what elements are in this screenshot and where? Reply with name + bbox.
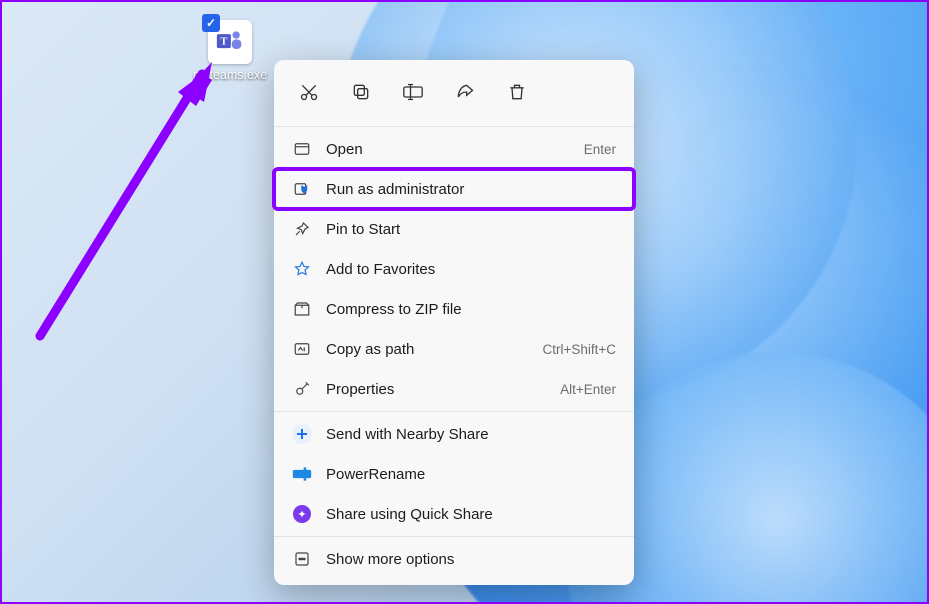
menu-item-label: Share using Quick Share	[316, 506, 616, 523]
menu-item-shortcut: Enter	[584, 142, 616, 157]
menu-item-add-to-favorites[interactable]: Add to Favorites	[274, 249, 634, 289]
menu-item-copy-as-path[interactable]: Copy as path Ctrl+Shift+C	[274, 329, 634, 369]
menu-item-pin-to-start[interactable]: Pin to Start	[274, 209, 634, 249]
zip-icon	[288, 300, 316, 318]
cut-button[interactable]	[286, 72, 332, 112]
delete-button[interactable]	[494, 72, 540, 112]
menu-item-label: Compress to ZIP file	[316, 301, 616, 318]
menu-item-label: Send with Nearby Share	[316, 426, 616, 443]
menu-item-label: Copy as path	[316, 341, 542, 358]
svg-text:T: T	[220, 37, 227, 48]
menu-item-show-more[interactable]: Show more options	[274, 539, 634, 579]
copy-icon	[351, 82, 371, 102]
menu-item-label: Run as administrator	[316, 181, 616, 198]
menu-item-shortcut: Alt+Enter	[560, 382, 616, 397]
menu-separator	[274, 536, 634, 537]
menu-item-shortcut: Ctrl+Shift+C	[542, 342, 616, 357]
pin-icon	[288, 220, 316, 238]
menu-item-nearby-share[interactable]: Send with Nearby Share	[274, 414, 634, 454]
shield-icon	[288, 180, 316, 198]
menu-item-run-as-admin[interactable]: Run as administrator	[274, 169, 634, 209]
desktop-icon-label: msteams.exe	[190, 68, 270, 82]
copy-button[interactable]	[338, 72, 384, 112]
app-tile: T	[208, 20, 252, 64]
menu-item-label: Show more options	[316, 551, 616, 568]
powerrename-icon	[288, 466, 316, 482]
properties-icon	[288, 380, 316, 398]
cut-icon	[299, 82, 319, 102]
menu-item-quick-share[interactable]: ✦ Share using Quick Share	[274, 494, 634, 534]
checkmark-badge-icon	[202, 14, 220, 32]
menu-separator	[274, 411, 634, 412]
more-options-icon	[288, 550, 316, 568]
quick-share-icon: ✦	[288, 505, 316, 523]
star-icon	[288, 260, 316, 278]
menu-item-label: Properties	[316, 381, 560, 398]
menu-item-open[interactable]: Open Enter	[274, 129, 634, 169]
menu-item-label: Open	[316, 141, 584, 158]
menu-item-compress-zip[interactable]: Compress to ZIP file	[274, 289, 634, 329]
open-icon	[288, 140, 316, 158]
context-menu: Open Enter Run as administrator Pin to S…	[274, 60, 634, 585]
annotation-arrow	[20, 56, 230, 346]
menu-item-label: PowerRename	[316, 466, 616, 483]
rename-button[interactable]	[390, 72, 436, 112]
desktop-icon-msteams[interactable]: T msteams.exe	[190, 20, 270, 82]
rename-icon	[402, 82, 424, 102]
desktop-area[interactable]: T msteams.exe	[0, 0, 929, 604]
menu-separator	[274, 126, 634, 127]
menu-item-label: Add to Favorites	[316, 261, 616, 278]
copy-path-icon	[288, 340, 316, 358]
teams-icon: T	[216, 28, 244, 56]
nearby-share-icon	[288, 424, 316, 444]
share-icon	[455, 82, 475, 102]
delete-icon	[507, 82, 527, 102]
context-menu-toolbar	[274, 66, 634, 124]
menu-item-properties[interactable]: Properties Alt+Enter	[274, 369, 634, 409]
share-button[interactable]	[442, 72, 488, 112]
menu-item-label: Pin to Start	[316, 221, 616, 238]
menu-item-powerrename[interactable]: PowerRename	[274, 454, 634, 494]
